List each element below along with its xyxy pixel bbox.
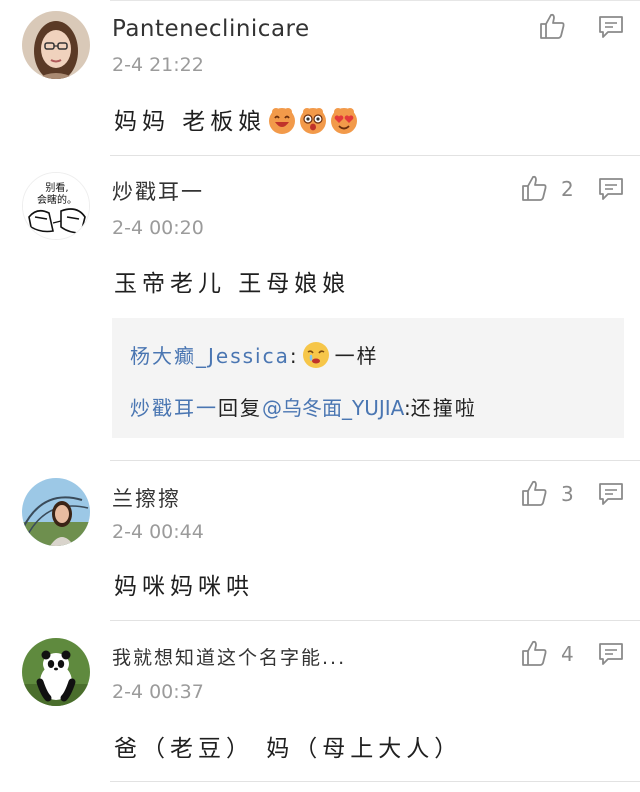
laughing-face-emoji [267, 105, 297, 141]
like-count: 3 [561, 482, 574, 506]
avatar[interactable] [22, 11, 90, 79]
comment-text: 妈妈 老板娘 [114, 102, 359, 141]
avatar-caption-line2: 会瞎的。 [37, 193, 77, 206]
username[interactable]: 我就想知道这个名字能... [112, 643, 346, 670]
avatar[interactable]: 别看, 会瞎的。 [22, 172, 90, 240]
comment-item: 兰擦擦 2-4 00:44 妈咪妈咪哄 3 [0, 461, 640, 621]
avatar-caption-line1: 别看, [45, 181, 68, 194]
reply-mention[interactable]: @乌冬面_YUJIA [262, 396, 404, 420]
crying-face-emoji [301, 341, 331, 374]
divider [110, 781, 640, 782]
reply-item: 杨大癫_Jessica: 一样 [130, 340, 379, 374]
heart-eyes-face-emoji [329, 105, 359, 141]
comment-text-body: 妈妈 老板娘 [114, 109, 267, 135]
comment-item: 我就想知道这个名字能... 2-4 00:37 爸（老豆） 妈（母上大人） 4 [0, 621, 640, 786]
reply-text: 一样 [334, 344, 379, 368]
comment-text: 玉帝老儿 王母娘娘 [114, 271, 351, 297]
comment-item: Panteneclinicare 2-4 21:22 妈妈 老板娘 [0, 0, 640, 156]
comment-icon[interactable] [598, 15, 624, 39]
timestamp: 2-4 00:20 [112, 217, 204, 239]
thumbs-up-icon[interactable] [538, 12, 566, 40]
reply-action: 回复 [218, 396, 262, 420]
surprised-face-emoji [298, 105, 328, 141]
comment-text: 爸（老豆） 妈（母上大人） [114, 736, 463, 762]
comment-icon[interactable] [598, 177, 624, 201]
avatar[interactable] [22, 478, 90, 546]
reply-item: 炒戳耳一回复@乌冬面_YUJIA:还撞啦 [130, 392, 477, 421]
username[interactable]: 兰擦擦 [112, 483, 181, 513]
comment-icon[interactable] [598, 482, 624, 506]
reply-username[interactable]: 杨大癫_Jessica [130, 344, 290, 368]
username[interactable]: Panteneclinicare [112, 16, 310, 42]
reply-separator: : [403, 396, 411, 420]
thumbs-up-icon[interactable] [520, 639, 548, 667]
comment-item: 别看, 会瞎的。 炒戳耳一 2-4 00:20 玉帝老儿 王母娘娘 2 杨大癫_… [0, 156, 640, 461]
username[interactable]: 炒戳耳一 [112, 176, 204, 206]
like-count: 2 [561, 177, 574, 201]
timestamp: 2-4 00:37 [112, 681, 204, 703]
reply-separator: : [289, 344, 297, 368]
reply-box[interactable]: 杨大癫_Jessica: 一样 炒戳耳一回复@乌冬面_YUJIA:还撞啦 [112, 318, 624, 438]
thumbs-up-icon[interactable] [520, 479, 548, 507]
like-count: 4 [561, 642, 574, 666]
comment-icon[interactable] [598, 642, 624, 666]
thumbs-up-icon[interactable] [520, 174, 548, 202]
comment-text: 妈咪妈咪哄 [114, 574, 254, 600]
avatar[interactable] [22, 638, 90, 706]
timestamp: 2-4 21:22 [112, 54, 204, 76]
timestamp: 2-4 00:44 [112, 521, 204, 543]
reply-username[interactable]: 炒戳耳一 [130, 396, 218, 420]
reply-text: 还撞啦 [410, 396, 477, 420]
